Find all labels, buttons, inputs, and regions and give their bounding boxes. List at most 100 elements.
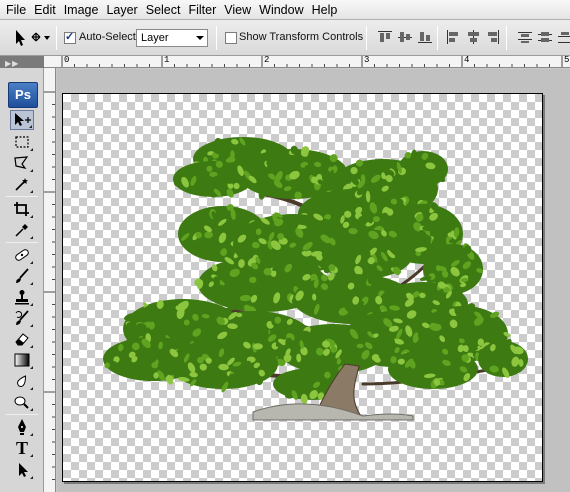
move-tool-icon [16, 30, 50, 46]
ruler-number: 2 [264, 56, 270, 65]
menu-image[interactable]: Image [60, 0, 103, 20]
options-separator [56, 26, 57, 50]
brush-icon [16, 268, 29, 283]
marquee-tool-button[interactable] [10, 132, 34, 152]
options-separator [366, 26, 367, 50]
toolbox-separator [6, 414, 38, 415]
ruler-number: 5 [564, 56, 570, 65]
toolbox-separator [6, 242, 38, 243]
type-tool-button[interactable]: T [10, 438, 34, 458]
blur-tool-button[interactable] [10, 371, 34, 391]
align-top-edges-icon[interactable] [377, 30, 393, 44]
toolbox-header[interactable]: ▶▶ [0, 56, 44, 68]
options-separator [216, 26, 217, 50]
dodge-tool-button[interactable] [10, 392, 34, 412]
bonsai-tree-image [103, 137, 528, 421]
toolbox: Ps T [0, 68, 44, 492]
ruler-number: 4 [464, 56, 470, 65]
menu-edit[interactable]: Edit [30, 0, 60, 20]
menu-layer[interactable]: Layer [102, 0, 141, 20]
distribute-top-edges-icon[interactable] [517, 30, 533, 44]
menu-filter[interactable]: Filter [184, 0, 220, 20]
auto-select-label: Auto-Select: [79, 31, 139, 43]
submenu-indicator-icon [30, 476, 33, 479]
submenu-indicator-icon [30, 190, 33, 193]
submenu-indicator-icon [30, 148, 33, 151]
auto-select-checkbox[interactable] [64, 30, 76, 44]
band-aid-icon [15, 249, 29, 261]
submenu-indicator-icon [30, 215, 33, 218]
align-horizontal-centers-icon[interactable] [465, 30, 481, 44]
pen-tool-button[interactable] [10, 417, 34, 437]
submenu-indicator-icon [29, 125, 32, 128]
ruler-ticks [61, 56, 563, 67]
eyedropper-tool-button[interactable] [10, 220, 34, 240]
submenu-indicator-icon [30, 282, 33, 285]
crop-icon [14, 202, 29, 216]
path-selection-tool-button[interactable] [10, 460, 34, 480]
submenu-indicator-icon [30, 387, 33, 390]
magic-wand-tool-button[interactable] [10, 174, 34, 194]
align-bottom-edges-icon[interactable] [417, 30, 433, 44]
type-tool-label: T [15, 437, 28, 458]
submenu-indicator-icon [30, 454, 33, 457]
document-canvas[interactable] [62, 93, 543, 482]
menu-view[interactable]: View [220, 0, 255, 20]
menu-window[interactable]: Window [255, 0, 307, 20]
ruler-number: 3 [364, 56, 370, 65]
align-left-edges-icon[interactable] [445, 30, 461, 44]
menu-bar: File Edit Image Layer Select Filter View… [0, 0, 570, 20]
collapse-grip-icon: ▶▶ [5, 59, 20, 68]
menu-file[interactable]: File [2, 0, 30, 20]
lasso-tool-button[interactable] [10, 153, 34, 173]
eyedropper-icon [15, 224, 28, 237]
history-brush-tool-button[interactable] [10, 308, 34, 328]
options-separator [437, 26, 438, 50]
submenu-indicator-icon [30, 236, 33, 239]
crop-tool-button[interactable] [10, 199, 34, 219]
ruler-ticks [44, 91, 55, 480]
submenu-indicator-icon [30, 345, 33, 348]
align-vertical-centers-icon[interactable] [397, 30, 413, 44]
tool-preset-picker[interactable] [10, 27, 52, 49]
show-transform-label: Show Transform Controls [239, 31, 364, 43]
submenu-indicator-icon [30, 408, 33, 411]
toolbox-separator [6, 196, 38, 197]
blur-drop-icon [17, 375, 26, 387]
gradient-icon [14, 353, 30, 367]
rectangular-marquee-icon [15, 136, 29, 148]
menu-select[interactable]: Select [142, 0, 185, 20]
show-transform-checkbox[interactable] [225, 32, 237, 44]
gradient-tool-button[interactable] [10, 350, 34, 370]
path-selection-arrow-icon [19, 463, 28, 477]
eraser-icon [15, 333, 29, 346]
dodge-icon [14, 396, 29, 409]
brush-tool-button[interactable] [10, 266, 34, 286]
submenu-indicator-icon [30, 261, 33, 264]
history-brush-icon [15, 310, 29, 325]
submenu-indicator-icon [30, 433, 33, 436]
align-right-edges-icon[interactable] [485, 30, 501, 44]
menu-help[interactable]: Help [308, 0, 342, 20]
stamp-icon [15, 290, 29, 305]
ruler-number: 0 [64, 56, 70, 65]
photoshop-logo[interactable]: Ps [8, 82, 38, 108]
distribute-vertical-centers-icon[interactable] [537, 30, 553, 44]
healing-brush-tool-button[interactable] [10, 245, 34, 265]
vertical-ruler[interactable] [44, 68, 56, 492]
eraser-tool-button[interactable] [10, 329, 34, 349]
auto-select-dropdown[interactable]: Layer [136, 29, 208, 47]
pen-icon [18, 419, 26, 435]
horizontal-ruler[interactable]: 0 1 2 3 4 5 [44, 56, 570, 68]
chevron-down-icon [196, 36, 204, 40]
distribute-bottom-edges-icon[interactable] [557, 30, 570, 44]
polygonal-lasso-icon [14, 156, 29, 169]
move-tool-button[interactable] [10, 110, 34, 130]
submenu-indicator-icon [30, 169, 33, 172]
magic-wand-icon [15, 178, 28, 191]
ruler-number: 1 [164, 56, 170, 65]
clone-stamp-tool-button[interactable] [10, 287, 34, 307]
options-separator [506, 26, 507, 50]
submenu-indicator-icon [30, 366, 33, 369]
auto-select-value: Layer [141, 32, 169, 44]
